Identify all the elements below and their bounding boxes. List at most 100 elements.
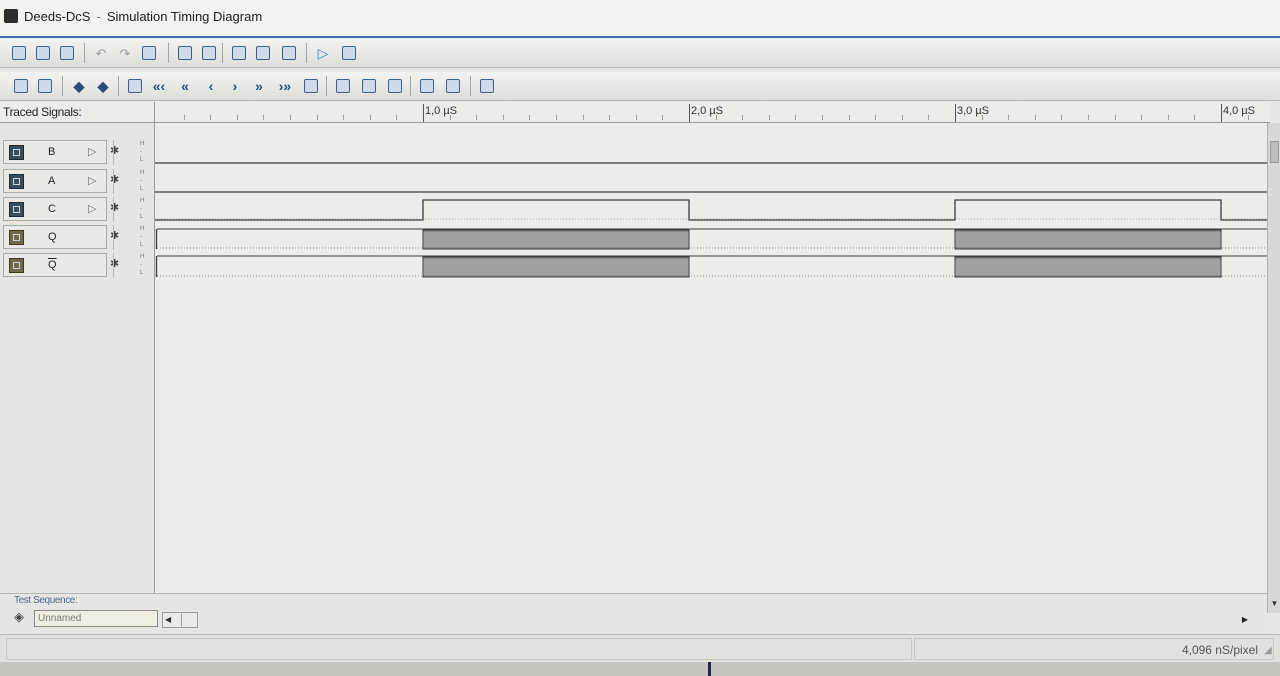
time-ruler[interactable]: 1,0 µS 2,0 µS 3,0 µS 4,0 µS [155, 102, 1270, 123]
step-back-icon[interactable]: ‹ [202, 77, 220, 95]
signal-row[interactable]: Q ✱ H - L [3, 225, 153, 250]
find-signal-icon[interactable] [280, 44, 298, 62]
test-sequence-panel: Test Sequence: ◈ ◀ ▶ [0, 593, 1267, 634]
ruler-minor-tick [1061, 115, 1063, 120]
desktop-strip [0, 662, 1280, 676]
settings-grid-icon[interactable] [200, 44, 218, 62]
ruler-minor-tick [1194, 115, 1196, 120]
waveform-area[interactable] [155, 123, 1267, 593]
horizontal-scrollbar[interactable]: ◀ [162, 612, 198, 628]
ruler-minor-tick [210, 115, 212, 120]
go-start-icon[interactable] [126, 77, 144, 95]
export-icon[interactable] [176, 44, 194, 62]
marker-add-icon[interactable] [418, 77, 436, 95]
ruler-minor-tick [1114, 115, 1116, 120]
probe-icon[interactable]: ▷ [88, 145, 96, 158]
zoom-fit-icon[interactable] [386, 77, 404, 95]
toolbar-separator [410, 76, 411, 96]
ruler-minor-tick [316, 115, 318, 120]
resize-grip-icon[interactable]: ◢ [1264, 645, 1276, 657]
toolbar-separator [470, 76, 471, 96]
print-icon[interactable] [140, 44, 158, 62]
new-diagram-icon[interactable] [10, 44, 28, 62]
ruler-minor-tick [795, 115, 797, 120]
toolbar-separator [118, 76, 119, 96]
open-icon[interactable] [34, 44, 52, 62]
step-forward-icon[interactable]: › [226, 77, 244, 95]
grid-toggle-icon[interactable] [36, 77, 54, 95]
run-simulation-icon[interactable]: ▷ [314, 44, 332, 62]
signal-name: Q [48, 259, 57, 271]
zoom-out-icon[interactable] [360, 77, 378, 95]
ruler-major-tick [1221, 104, 1222, 122]
ruler-major-tick [955, 104, 956, 122]
remove-signal-icon[interactable] [254, 44, 272, 62]
next-edge-icon[interactable]: ◆ [94, 77, 112, 95]
add-signal-icon[interactable] [230, 44, 248, 62]
signal-name: Q [48, 231, 57, 243]
signal-row[interactable]: A ▷ ✱ H - L [3, 169, 153, 194]
input-signal-icon [9, 145, 24, 160]
previous-edge-icon[interactable]: ◆ [70, 77, 88, 95]
go-end-icon[interactable] [302, 77, 320, 95]
ruler-minor-tick [556, 115, 557, 120]
output-signal-icon [9, 258, 24, 273]
ruler-time-label: 2,0 µS [691, 105, 724, 117]
ruler-minor-tick [236, 115, 238, 120]
signal-label-box[interactable]: B ▷ [3, 140, 107, 164]
ruler-minor-tick [662, 115, 664, 120]
options-icon[interactable] [478, 77, 496, 95]
ruler-minor-tick [1141, 115, 1143, 120]
signal-row[interactable]: C ▷ ✱ H - L [3, 197, 153, 222]
scroll-down-icon[interactable]: ▼ [1268, 597, 1280, 611]
ruler-minor-tick [183, 115, 185, 120]
input-signal-icon [9, 174, 24, 189]
document-title: Simulation Timing Diagram [106, 9, 263, 24]
scroll-left-icon[interactable]: ◀ [165, 615, 171, 624]
vertical-scrollbar[interactable]: ▼ [1267, 123, 1280, 613]
level-indicator: H - L [140, 254, 145, 276]
close-file-icon[interactable] [58, 44, 76, 62]
fast-back-icon[interactable]: «‹ [150, 77, 168, 95]
signal-name: A [48, 175, 56, 187]
ruler-minor-tick [848, 115, 850, 120]
ruler-minor-tick [1167, 115, 1169, 120]
stop-simulation-icon[interactable] [340, 44, 358, 62]
signal-label-box[interactable]: Q [3, 253, 107, 277]
traced-signals-label: Traced Signals: [3, 105, 82, 119]
probe-icon[interactable]: ▷ [88, 202, 96, 215]
toolbar-separator [168, 43, 169, 63]
signal-label-box[interactable]: C ▷ [3, 197, 107, 221]
redo-icon[interactable]: ↷ [116, 44, 134, 62]
test-sequence-input[interactable] [34, 610, 158, 627]
signal-label-box[interactable]: A ▷ [3, 169, 107, 193]
level-indicator: H - L [140, 198, 145, 220]
signal-label-box[interactable]: Q [3, 225, 107, 249]
horizontal-scroll-thumb[interactable] [181, 614, 197, 626]
signal-list: B ▷ ✱ H - L A ▷ ✱ H - L C ▷ ✱ H - L Q ✱ H - L Q ✱ H - L [0, 123, 155, 593]
input-signal-icon [9, 202, 24, 217]
signal-row[interactable]: Q ✱ H - L [3, 253, 153, 278]
ruler-minor-tick [742, 115, 744, 120]
vertical-scroll-thumb[interactable] [1270, 141, 1279, 163]
select-signal-icon[interactable] [12, 77, 30, 95]
signal-row[interactable]: B ▷ ✱ H - L [3, 140, 153, 165]
status-cell-main [6, 638, 912, 660]
title-bar: Deeds-DcS - Simulation Timing Diagram [0, 0, 1280, 38]
waveform-canvas [155, 162, 1267, 278]
ruler-minor-tick [369, 115, 371, 120]
ruler-minor-tick [928, 115, 930, 120]
main-toolbar: ↶ ↷ ▷ [0, 39, 1280, 68]
ruler-major-tick [689, 104, 690, 122]
undo-icon[interactable]: ↶ [92, 44, 110, 62]
scroll-right-icon[interactable]: ▶ [1237, 612, 1253, 628]
forward-icon[interactable]: » [250, 77, 268, 95]
marker-remove-icon[interactable] [444, 77, 462, 95]
level-scale: H - L [113, 169, 158, 194]
fast-forward-icon[interactable]: ›» [276, 77, 294, 95]
back-icon[interactable]: « [176, 77, 194, 95]
ruler-minor-tick [1034, 115, 1036, 120]
zoom-in-icon[interactable] [334, 77, 352, 95]
signal-name: B [48, 146, 56, 158]
probe-icon[interactable]: ▷ [88, 174, 96, 187]
